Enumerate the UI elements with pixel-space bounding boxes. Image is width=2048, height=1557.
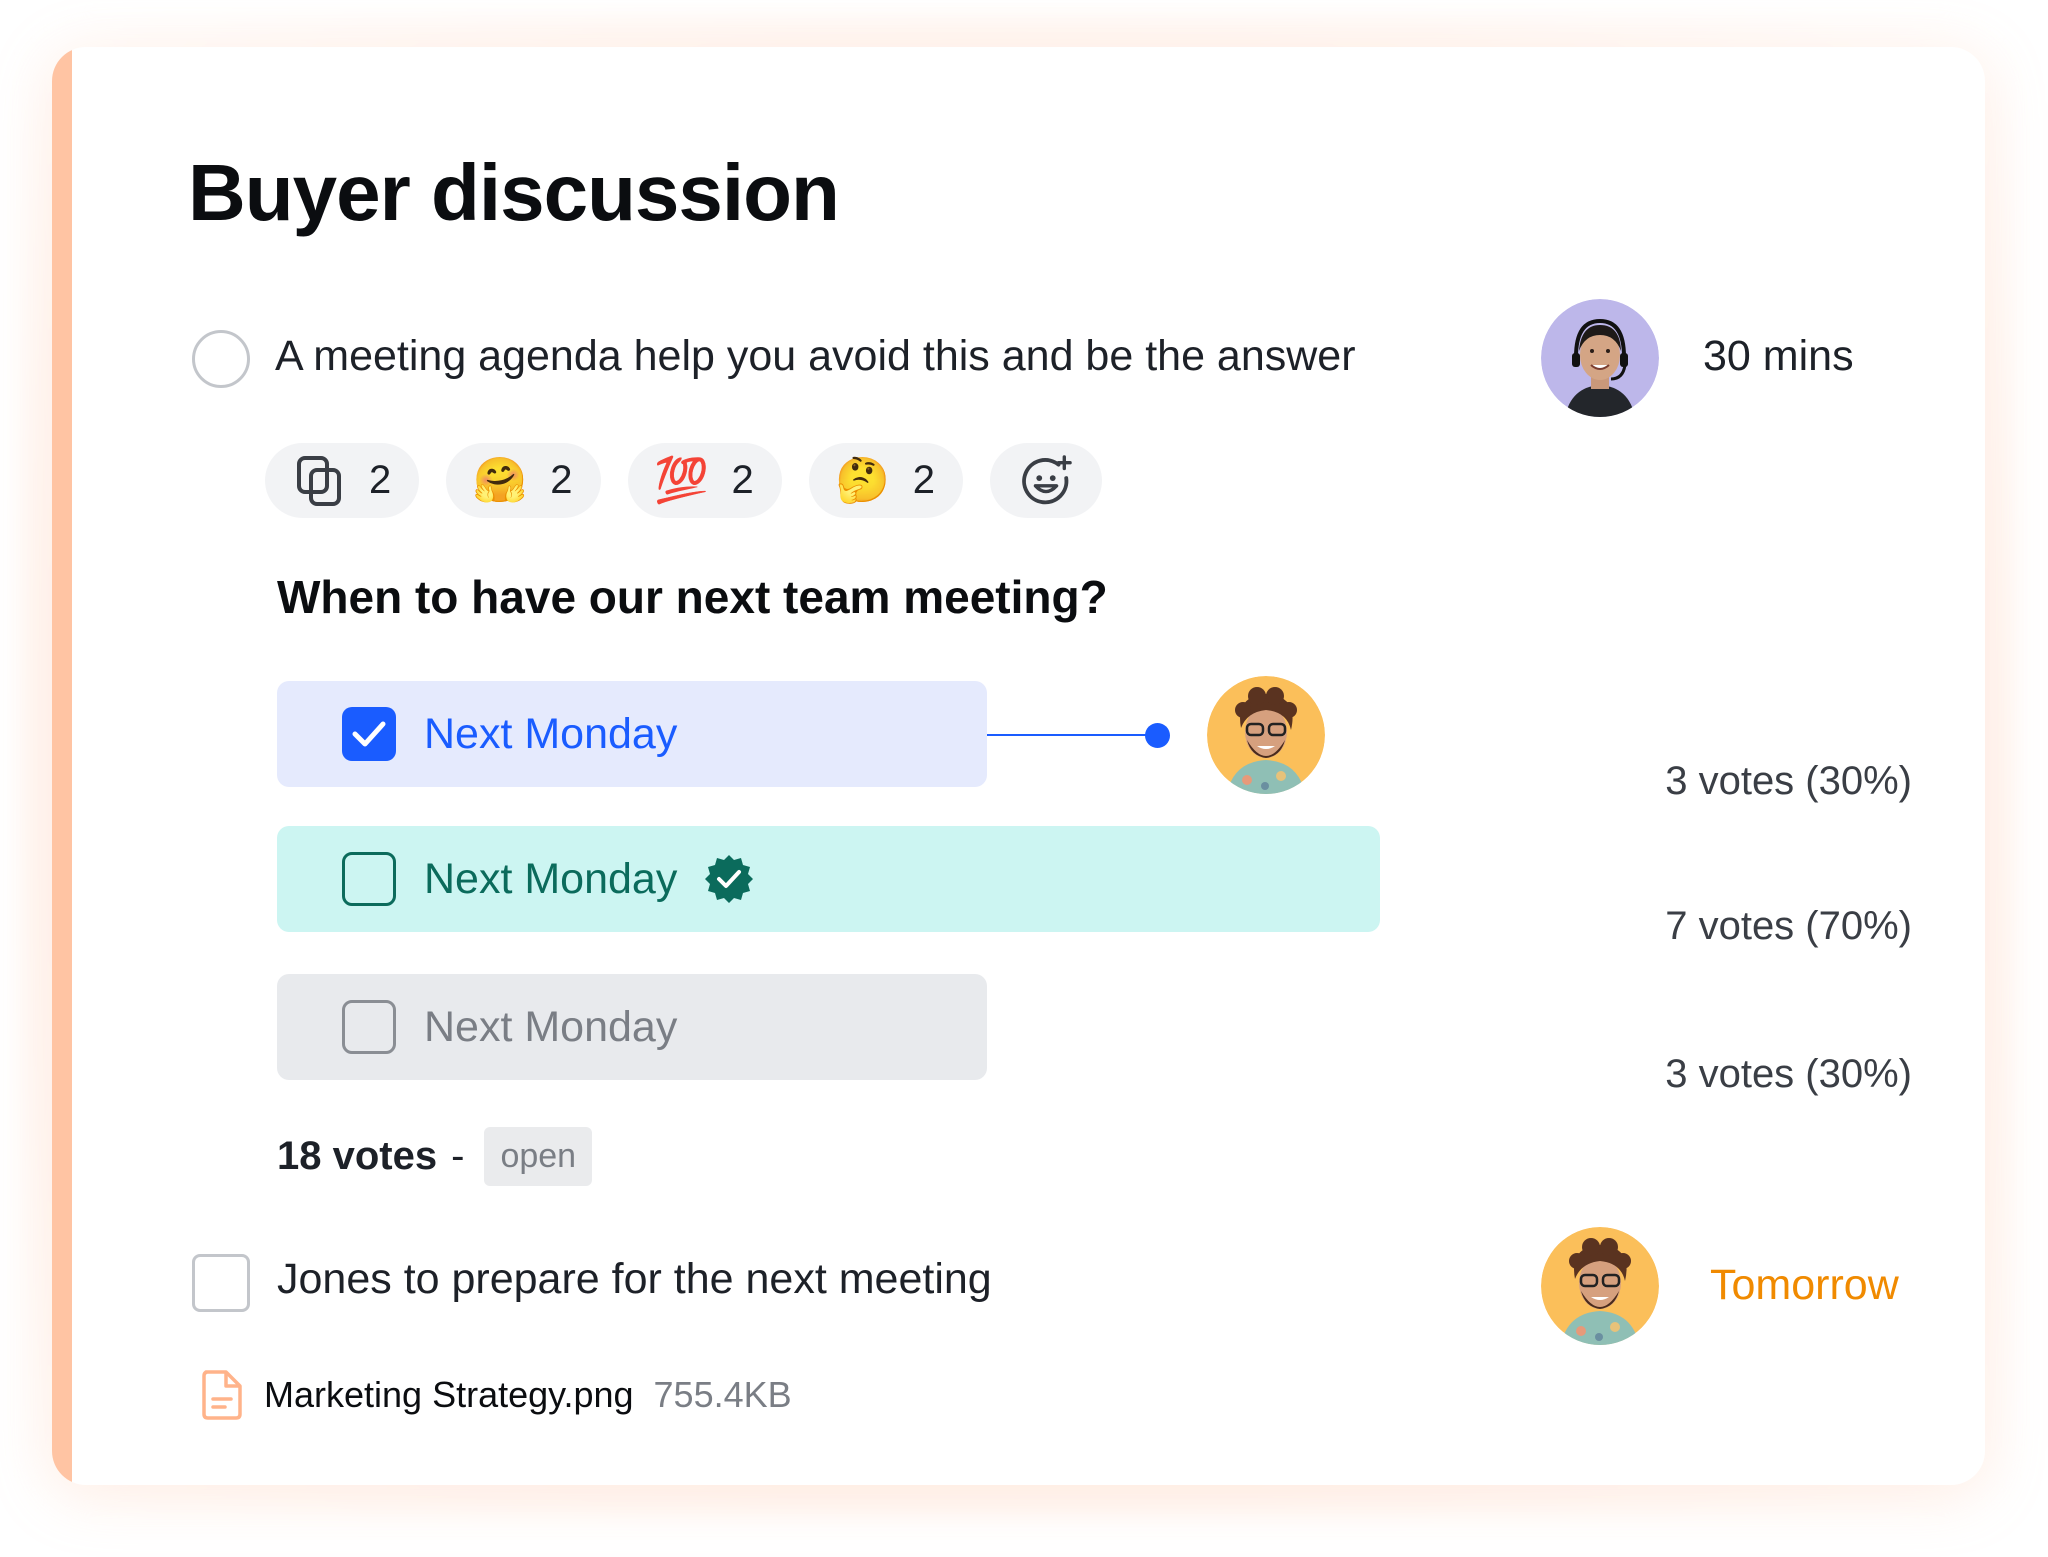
add-reaction-button[interactable]: [990, 443, 1102, 518]
reaction-hugging-face[interactable]: 🤗 2: [446, 443, 601, 518]
poll-option-3[interactable]: Next Monday: [277, 974, 987, 1080]
poll-option-2-votes: 7 votes (70%): [1665, 904, 1912, 948]
agenda-item-2-checkbox[interactable]: [192, 1254, 250, 1312]
poll-question: When to have our next team meeting?: [277, 571, 1108, 623]
file-icon: [200, 1369, 244, 1421]
agenda-item-2-text: Jones to prepare for the next meeting: [277, 1255, 992, 1303]
assignee-avatar-woman[interactable]: [1541, 299, 1659, 417]
poll-footer: 18 votes - open: [277, 1127, 593, 1186]
checkbox-unchecked-icon[interactable]: [342, 1000, 396, 1054]
reaction-count: 2: [369, 458, 392, 502]
voter-connector-line: [987, 734, 1157, 736]
reaction-count: 2: [731, 458, 754, 502]
attachment-row[interactable]: Marketing Strategy.png 755.4KB: [200, 1369, 792, 1421]
poll-option-2[interactable]: Next Monday: [277, 826, 1380, 932]
reaction-count: 2: [550, 458, 573, 502]
voter-avatar[interactable]: [1207, 676, 1325, 794]
agenda-item-2-due-date: Tomorrow: [1710, 1261, 1899, 1309]
poll-option-1-votes: 3 votes (30%): [1665, 759, 1912, 803]
poll-separator: -: [451, 1134, 465, 1178]
poll-option-label: Next Monday: [424, 854, 678, 903]
checkbox-unchecked-icon[interactable]: [342, 852, 396, 906]
hugging-face-emoji-icon: 🤗: [472, 455, 528, 505]
poll-option-label: Next Monday: [424, 709, 678, 758]
checkbox-checked-icon[interactable]: [342, 707, 396, 761]
reaction-count: 2: [912, 458, 935, 502]
reactions-bar: 2 🤗 2 💯 2 🤔 2: [265, 443, 1102, 518]
agenda-item-1-radio[interactable]: [192, 330, 250, 388]
assignee-avatar-man[interactable]: [1541, 1227, 1659, 1345]
reaction-thinking-face[interactable]: 🤔 2: [808, 443, 963, 518]
thinking-face-emoji-icon: 🤔: [835, 455, 891, 505]
agenda-item-1-duration: 30 mins: [1703, 332, 1854, 380]
poll-total-votes: 18 votes: [277, 1134, 438, 1178]
poll-option-label: Next Monday: [424, 1002, 678, 1051]
attachment-name[interactable]: Marketing Strategy.png: [264, 1374, 634, 1416]
verified-badge-icon: [703, 853, 755, 905]
hundred-points-emoji-icon: 💯: [654, 455, 709, 505]
buyer-discussion-card: Buyer discussion A meeting agenda help y…: [52, 47, 1985, 1485]
voter-connector-dot: [1145, 723, 1170, 748]
poll-option-3-votes: 3 votes (30%): [1665, 1052, 1912, 1096]
poll-status-badge: open: [484, 1127, 593, 1186]
poll-option-1[interactable]: Next Monday: [277, 681, 987, 787]
card-accent-stripe: [52, 47, 72, 1485]
reaction-hundred-points[interactable]: 💯 2: [627, 443, 782, 518]
agenda-item-1-text: A meeting agenda help you avoid this and…: [275, 332, 1356, 380]
add-emoji-icon: [1020, 454, 1072, 507]
reaction-copy[interactable]: 2: [265, 443, 420, 518]
attachment-size: 755.4KB: [653, 1374, 792, 1415]
card-title: Buyer discussion: [188, 148, 840, 237]
copy-icon: [293, 455, 345, 507]
